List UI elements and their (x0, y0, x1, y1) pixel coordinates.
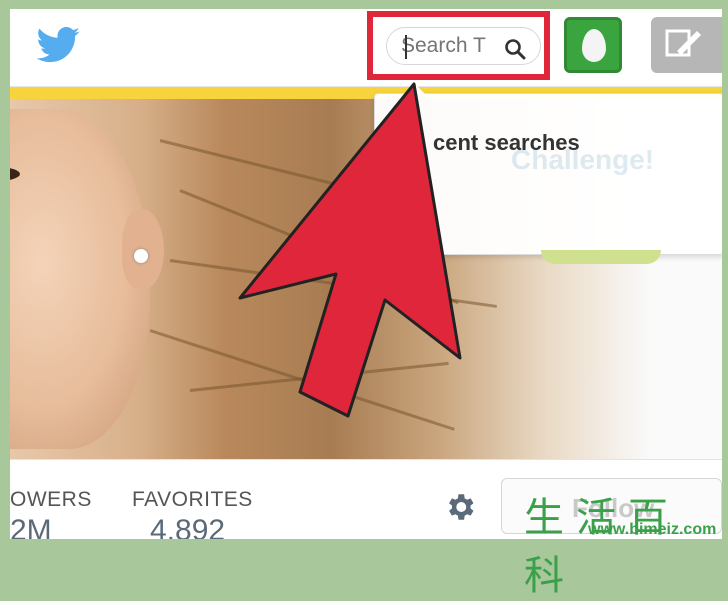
watermark-logo-text: 生活百科 (524, 495, 680, 599)
earring (134, 249, 148, 263)
twitter-bird-icon[interactable] (36, 27, 80, 63)
hair-strand (189, 361, 449, 392)
followers-label[interactable]: OWERS (10, 488, 92, 512)
dropdown-pointer (405, 84, 425, 94)
search-highlight-box (367, 11, 550, 80)
compose-tweet-button[interactable] (651, 17, 722, 73)
watermark-url: www.bimeiz.com (588, 521, 717, 538)
text-cursor (405, 35, 407, 59)
profile-avatar-button[interactable] (564, 17, 622, 73)
twitter-page: Challenge! cent searches OWERS 2M FAVORI… (10, 9, 722, 539)
top-navigation-bar (10, 9, 722, 87)
search-icon[interactable] (503, 37, 527, 61)
favorites-count[interactable]: 4,892 (150, 514, 225, 539)
hair-strand (169, 259, 497, 308)
compose-tweet-icon (665, 29, 701, 57)
banner-green-band (541, 250, 661, 264)
watermark: 生活百科 www.bimeiz.com (524, 485, 720, 599)
egg-avatar-icon (582, 29, 606, 62)
favorites-label[interactable]: FAVORITES (132, 488, 253, 512)
search-dropdown: Challenge! cent searches (374, 84, 722, 264)
eye (10, 167, 20, 181)
gear-icon[interactable] (443, 490, 477, 524)
followers-count[interactable]: 2M (10, 514, 52, 539)
recent-searches-heading: cent searches (433, 130, 580, 155)
